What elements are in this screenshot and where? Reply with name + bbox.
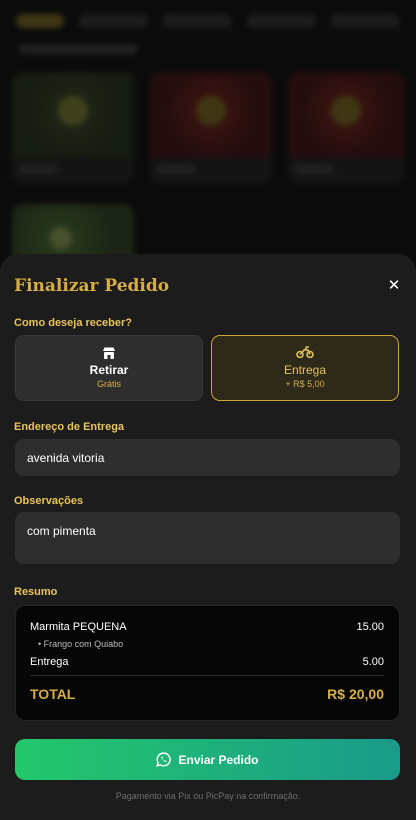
background-product-card [150,72,272,184]
pickup-option-button[interactable]: Retirar Grátis [15,335,203,401]
notes-label: Observações [14,495,84,507]
background-product-card [12,72,134,184]
summary-item-price: 15.00 [356,621,384,633]
background-tab [16,14,64,28]
summary-divider [30,675,384,676]
delivery-option-price: + R$ 5,00 [285,379,325,389]
background-tabs [16,14,400,28]
send-order-label: Enviar Pedido [178,752,259,767]
pickup-option-name: Retirar [89,363,129,377]
background-heading [18,44,138,54]
background-tab [78,14,148,28]
delivery-option-button[interactable]: Entrega + R$ 5,00 [211,335,399,401]
notes-textarea[interactable]: com pimenta [15,512,400,564]
pickup-option-price: Grátis [96,379,121,389]
summary-total-value: R$ 20,00 [327,686,384,702]
summary-delivery-price: 5.00 [362,656,384,668]
delivery-option-name: Entrega [283,363,327,377]
summary-total-label: TOTAL [30,686,76,702]
order-summary: Marmita PEQUENA 15.00 • Frango com Quiab… [15,605,400,721]
store-icon [16,346,202,360]
summary-item-detail: • Frango com Quiabo [38,639,124,649]
whatsapp-icon [156,752,172,767]
background-tab [330,14,400,28]
delivery-question-label: Como deseja receber? [14,317,132,329]
summary-label: Resumo [14,586,58,598]
motorcycle-icon [212,346,398,360]
background-tab [246,14,316,28]
summary-item-detail-row: • Frango com Quiabo [38,639,384,649]
background-product-card [288,72,404,184]
background-tab [162,14,232,28]
checkout-sheet: Finalizar Pedido ✕ Como deseja receber? … [0,254,416,820]
payment-footnote: Pagamento via Pix ou PicPay na confirmaç… [115,791,301,801]
send-order-button[interactable]: Enviar Pedido [15,739,400,780]
summary-delivery-name: Entrega [30,656,69,668]
summary-delivery-row: Entrega 5.00 [30,656,384,668]
summary-item-name: Marmita PEQUENA [30,621,127,633]
summary-total-row: TOTAL R$ 20,00 [30,686,384,702]
sheet-title: Finalizar Pedido [14,276,170,296]
address-input[interactable] [15,439,400,476]
address-label: Endereço de Entrega [14,421,125,433]
summary-item-row: Marmita PEQUENA 15.00 [30,621,384,633]
close-icon[interactable]: ✕ [386,278,402,294]
